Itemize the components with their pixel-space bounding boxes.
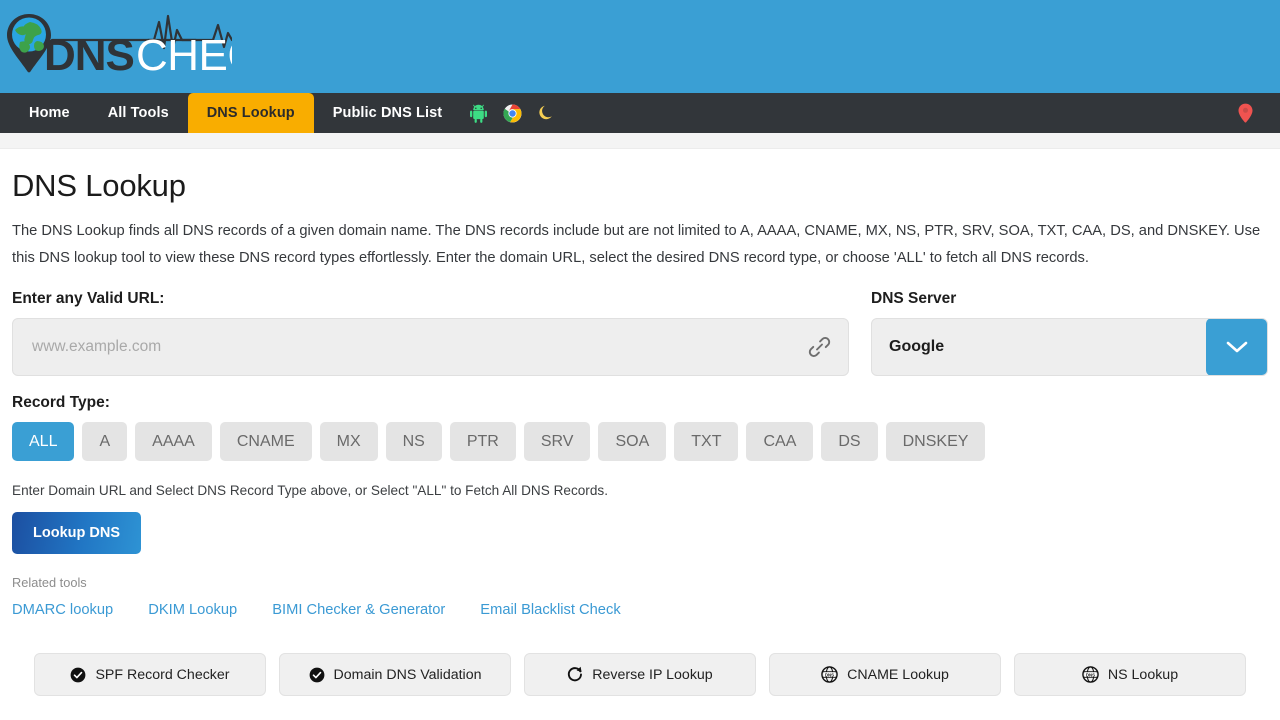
related-link-dkim[interactable]: DKIM Lookup bbox=[148, 602, 237, 618]
svg-text:DNS: DNS bbox=[825, 672, 834, 677]
android-icon[interactable] bbox=[461, 93, 495, 133]
record-type-ns[interactable]: NS bbox=[385, 422, 442, 461]
url-label: Enter any Valid URL: bbox=[12, 290, 165, 307]
page-title: DNS Lookup bbox=[12, 168, 186, 203]
dns-server-value: Google bbox=[889, 338, 945, 355]
url-input-wrapper[interactable] bbox=[12, 318, 849, 376]
tool-label: CNAME Lookup bbox=[847, 666, 949, 683]
check-circle-icon bbox=[71, 667, 86, 682]
form-hint: Enter Domain URL and Select DNS Record T… bbox=[12, 483, 608, 498]
related-tools-links: DMARC lookup DKIM Lookup BIMI Checker & … bbox=[12, 602, 1268, 618]
url-input[interactable] bbox=[13, 319, 848, 375]
record-type-ds[interactable]: DS bbox=[821, 422, 878, 461]
sub-bar bbox=[0, 133, 1280, 149]
record-type-srv[interactable]: SRV bbox=[523, 422, 591, 461]
nav-item-home[interactable]: Home bbox=[10, 93, 89, 133]
nav-label: Home bbox=[29, 105, 70, 121]
svg-text:DNS: DNS bbox=[44, 31, 134, 80]
main-content: DNS Lookup The DNS Lookup finds all DNS … bbox=[0, 168, 1280, 696]
nav-item-all-tools[interactable]: All Tools bbox=[89, 93, 188, 133]
dns-server-group: DNS Server Google bbox=[871, 290, 1268, 376]
record-type-soa[interactable]: SOA bbox=[598, 422, 667, 461]
related-link-bimi[interactable]: BIMI Checker & Generator bbox=[272, 602, 445, 618]
chip-label: SOA bbox=[615, 432, 650, 450]
tool-cname-lookup[interactable]: DNS CNAME Lookup bbox=[769, 653, 1001, 696]
chip-label: DNSKEY bbox=[902, 432, 969, 450]
tool-button-row: SPF Record Checker Domain DNS Validation… bbox=[12, 653, 1268, 696]
chip-label: ALL bbox=[29, 432, 58, 450]
dns-server-select[interactable]: Google bbox=[871, 318, 1268, 376]
chip-label: NS bbox=[402, 432, 425, 450]
main-navigation: Home All Tools DNS Lookup Public DNS Lis… bbox=[0, 93, 1280, 133]
moon-icon[interactable] bbox=[529, 93, 563, 133]
record-type-txt[interactable]: TXT bbox=[674, 422, 739, 461]
record-type-aaaa[interactable]: AAAA bbox=[135, 422, 212, 461]
dns-globe-icon: DNS bbox=[821, 666, 838, 683]
lookup-form: Enter any Valid URL: DNS Server Go bbox=[12, 290, 1268, 376]
check-circle-icon bbox=[309, 667, 324, 682]
link-icon[interactable] bbox=[807, 335, 832, 360]
record-type-dnskey[interactable]: DNSKEY bbox=[885, 422, 986, 461]
record-type-section: Record Type: ALL A AAAA CNAME MX NS PTR … bbox=[12, 394, 1268, 461]
tool-ns-lookup[interactable]: DNS NS Lookup bbox=[1014, 653, 1246, 696]
record-type-caa[interactable]: CAA bbox=[746, 422, 814, 461]
record-type-cname[interactable]: CNAME bbox=[219, 422, 312, 461]
record-type-a[interactable]: A bbox=[82, 422, 128, 461]
chip-label: PTR bbox=[466, 432, 499, 450]
dns-globe-icon: DNS bbox=[1082, 666, 1099, 683]
svg-text:DNS: DNS bbox=[1086, 672, 1095, 677]
chip-label: A bbox=[99, 432, 111, 450]
site-header: DNS CHECKER bbox=[0, 0, 1280, 93]
svg-text:CHECKER: CHECKER bbox=[136, 31, 232, 80]
tool-reverse-ip-lookup[interactable]: Reverse IP Lookup bbox=[524, 653, 756, 696]
related-link-email-blacklist[interactable]: Email Blacklist Check bbox=[480, 602, 620, 618]
chip-label: AAAA bbox=[152, 432, 195, 450]
tool-domain-dns-validation[interactable]: Domain DNS Validation bbox=[279, 653, 511, 696]
chip-label: SRV bbox=[540, 432, 574, 450]
dns-server-label: DNS Server bbox=[871, 290, 957, 307]
related-tools-label: Related tools bbox=[12, 575, 87, 590]
chip-label: TXT bbox=[691, 432, 722, 450]
refresh-icon bbox=[568, 666, 583, 682]
tool-label: Domain DNS Validation bbox=[333, 666, 482, 683]
chip-label: CAA bbox=[763, 432, 797, 450]
chip-label: CNAME bbox=[236, 432, 295, 450]
chevron-down-icon[interactable] bbox=[1206, 319, 1267, 375]
record-type-all[interactable]: ALL bbox=[12, 422, 75, 461]
nav-label: All Tools bbox=[107, 105, 169, 121]
nav-label: Public DNS List bbox=[332, 105, 443, 121]
lookup-dns-button[interactable]: Lookup DNS bbox=[12, 512, 141, 554]
chrome-icon[interactable] bbox=[495, 93, 529, 133]
chip-label: MX bbox=[336, 432, 361, 450]
record-type-chips: ALL A AAAA CNAME MX NS PTR SRV SOA TXT C… bbox=[12, 422, 1268, 461]
record-type-label: Record Type: bbox=[12, 394, 110, 411]
related-link-dmarc[interactable]: DMARC lookup bbox=[12, 602, 113, 618]
chip-label: DS bbox=[838, 432, 861, 450]
tool-label: SPF Record Checker bbox=[95, 666, 230, 683]
record-type-mx[interactable]: MX bbox=[319, 422, 378, 461]
tool-spf-record-checker[interactable]: SPF Record Checker bbox=[34, 653, 266, 696]
url-field-group: Enter any Valid URL: bbox=[12, 290, 849, 376]
page-description: The DNS Lookup finds all DNS records of … bbox=[12, 223, 1261, 266]
tool-label: NS Lookup bbox=[1107, 666, 1179, 683]
record-type-ptr[interactable]: PTR bbox=[449, 422, 516, 461]
location-pin-icon[interactable] bbox=[1228, 103, 1262, 123]
nav-item-public-dns-list[interactable]: Public DNS List bbox=[314, 93, 461, 133]
nav-item-dns-lookup[interactable]: DNS Lookup bbox=[187, 93, 314, 133]
tool-label: Reverse IP Lookup bbox=[592, 666, 713, 683]
nav-label: DNS Lookup bbox=[206, 105, 295, 121]
site-logo[interactable]: DNS CHECKER bbox=[0, 8, 232, 80]
navbar-right-actions bbox=[1228, 93, 1262, 133]
